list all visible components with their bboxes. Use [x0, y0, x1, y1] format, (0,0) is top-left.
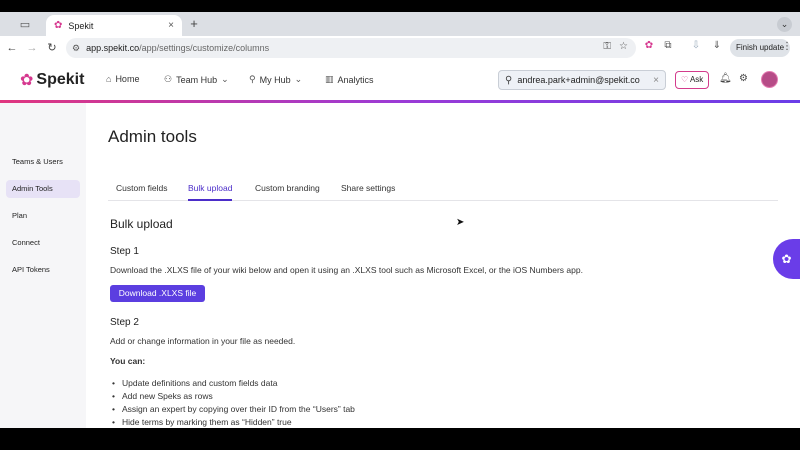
search-value: andrea.park+admin@spekit.co	[517, 75, 640, 85]
download-icon[interactable]: ⇩	[689, 40, 703, 51]
sidebar-item-teams-users[interactable]: Teams & Users	[6, 153, 80, 171]
browser-toolbar: ← → ↻ ⚙ app.spekit.co/app/settings/custo…	[0, 36, 800, 60]
nav-analytics[interactable]: ▥ Analytics	[325, 74, 374, 85]
nav-team-hub[interactable]: ⚇ Team Hub ⌄	[164, 74, 229, 85]
address-bar[interactable]: ⚙ app.spekit.co/app/settings/customize/c…	[66, 38, 636, 58]
app-header: ✿ Spekit ⌂ Home ⚇ Team Hub ⌄ ⚲ My Hub ⌄ …	[0, 60, 800, 100]
settings-sidebar: Teams & Users Admin Tools Plan Connect A…	[0, 103, 86, 428]
step2-title: Step 2	[110, 317, 139, 328]
tab-title: Spekit	[68, 20, 94, 31]
ask-label: Ask	[689, 75, 704, 84]
tab-share-settings[interactable]: Share settings	[341, 183, 395, 199]
tab-custom-fields[interactable]: Custom fields	[116, 183, 168, 199]
site-info-icon[interactable]: ⚙	[72, 43, 80, 54]
nav-my-hub[interactable]: ⚲ My Hub ⌄	[249, 74, 302, 85]
notifications-bell-icon[interactable]: 🔔︎	[719, 73, 732, 84]
tab-custom-branding[interactable]: Custom branding	[255, 183, 320, 199]
page-title: Admin tools	[108, 127, 197, 146]
home-icon: ⌂	[106, 74, 112, 84]
tab-search-icon[interactable]: ▭	[14, 16, 36, 32]
spekit-logo[interactable]: ✿ Spekit	[20, 70, 84, 90]
download-xlxs-button[interactable]: Download .XLXS file	[110, 285, 205, 302]
step1-title: Step 1	[110, 246, 139, 257]
sidebar-item-admin-tools[interactable]: Admin Tools	[6, 180, 80, 198]
ask-button[interactable]: ♡ Ask	[675, 71, 710, 89]
step2-text: Add or change information in your file a…	[110, 336, 296, 346]
sidebar-item-api-tokens[interactable]: API Tokens	[6, 261, 80, 279]
back-icon[interactable]: ←	[4, 40, 20, 56]
chevron-down-icon: ⌄	[294, 74, 303, 84]
password-key-icon[interactable]: ⚿	[603, 41, 611, 52]
tab-bulk-upload[interactable]: Bulk upload	[188, 183, 233, 201]
user-icon: ⚲	[249, 74, 256, 84]
sidebar-item-plan[interactable]: Plan	[6, 207, 80, 225]
reload-icon[interactable]: ↻	[44, 40, 60, 56]
list-item: Update definitions and custom fields dat…	[112, 377, 355, 390]
browser-menu-icon[interactable]: ⋮	[782, 41, 792, 52]
forward-icon[interactable]: →	[24, 40, 40, 56]
section-title: Bulk upload	[110, 217, 173, 231]
browser-window: ▭ ✿ Spekit × + ⌄ ← → ↻ ⚙ app.spekit.co/a…	[0, 0, 800, 450]
spekit-favicon-icon: ✿	[54, 20, 63, 31]
nav-home-label: Home	[115, 74, 140, 84]
spekit-extension-icon[interactable]: ✿	[642, 40, 656, 51]
browser-tab[interactable]: ✿ Spekit ×	[46, 15, 182, 36]
nav-analytics-label: Analytics	[337, 74, 374, 85]
spekit-app: ✿ Spekit ⌂ Home ⚇ Team Hub ⌄ ⚲ My Hub ⌄ …	[0, 60, 800, 428]
list-item: Add new Speks as rows	[112, 390, 355, 403]
step1-text: Download the .XLXS file of your wiki bel…	[110, 265, 583, 275]
sidebar-item-connect[interactable]: Connect	[6, 234, 80, 252]
you-can-label: You can:	[110, 356, 146, 366]
ask-heart-icon: ♡	[681, 75, 689, 84]
search-icon: ⚲	[505, 74, 513, 86]
search-input[interactable]: ⚲ andrea.park+admin@spekit.co ×	[498, 70, 666, 90]
nav-my-hub-label: My Hub	[259, 74, 291, 85]
analytics-icon: ▥	[325, 74, 334, 84]
bookmark-star-icon[interactable]: ☆	[619, 41, 628, 52]
list-item: Assign an expert by copying over their I…	[112, 403, 355, 416]
capabilities-list: Update definitions and custom fields dat…	[112, 377, 355, 428]
tab-menu-chevron-icon[interactable]: ⌄	[777, 17, 792, 32]
list-item: Hide terms by marking them as “Hidden” t…	[112, 416, 355, 428]
tab-close-icon[interactable]: ×	[168, 20, 174, 31]
settings-gear-icon[interactable]: ⚙	[739, 73, 748, 84]
avatar[interactable]	[761, 71, 778, 88]
chevron-down-icon: ⌄	[221, 74, 229, 84]
mouse-cursor-icon: ➤	[456, 217, 465, 228]
team-icon: ⚇	[164, 74, 173, 84]
url-path: /app/settings/customize/columns	[139, 43, 270, 53]
logo-text: Spekit	[36, 71, 85, 88]
new-tab-button[interactable]: +	[186, 16, 202, 31]
nav-home[interactable]: ⌂ Home	[106, 74, 139, 84]
spekit-assistant-icon: ✿	[781, 252, 792, 266]
nav-team-hub-label: Team Hub	[176, 74, 218, 85]
downloads-done-icon[interactable]: ⇓	[710, 40, 724, 51]
tab-strip: ▭ ✿ Spekit × + ⌄	[0, 12, 800, 36]
extensions-puzzle-icon[interactable]: ⧉	[661, 40, 675, 51]
clear-search-icon[interactable]: ×	[653, 75, 659, 86]
spekit-logo-icon: ✿	[20, 72, 34, 89]
url-host: app.spekit.co	[86, 43, 140, 53]
admin-tabs: Custom fields Bulk upload Custom brandin…	[108, 179, 778, 201]
main-content: Admin tools Custom fields Bulk upload Cu…	[86, 103, 800, 428]
